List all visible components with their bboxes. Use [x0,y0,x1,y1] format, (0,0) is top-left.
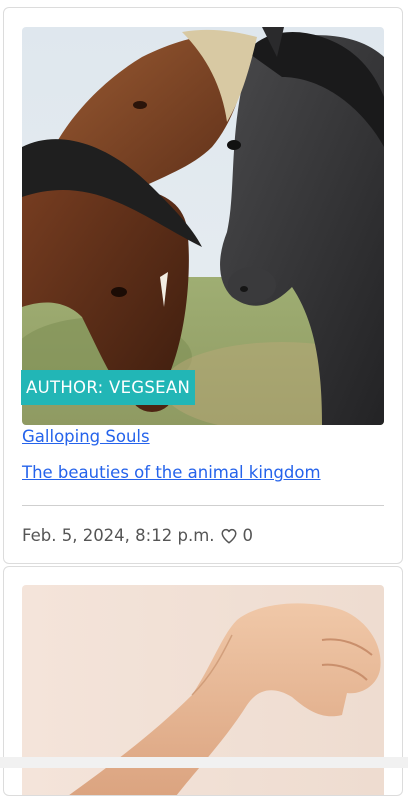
bottom-edge [0,757,408,768]
post-title-link[interactable]: Galloping Souls [22,427,150,446]
post-subtitle-link[interactable]: The beauties of the animal kingdom [22,463,321,482]
heart-icon[interactable] [220,527,238,545]
post-image-horses[interactable] [22,27,384,425]
post-date: Feb. 5, 2024, 8:12 p.m. [22,526,215,545]
author-badge: AUTHOR: VEGSEAN [21,370,196,405]
post-card: AUTHOR: VEGSEAN Galloping Souls The beau… [3,7,403,564]
post-meta: Feb. 5, 2024, 8:12 p.m. 0 [22,526,253,545]
like-count: 0 [242,526,254,545]
divider [22,505,384,506]
